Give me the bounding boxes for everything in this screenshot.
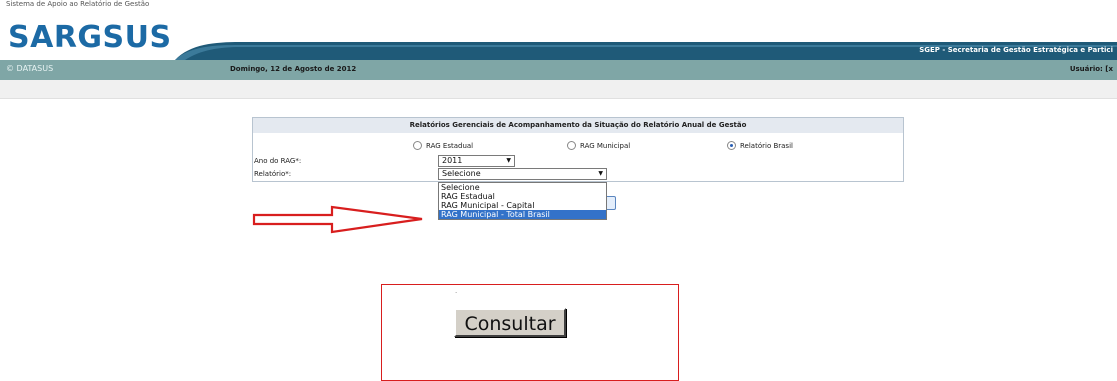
radio-label: RAG Municipal bbox=[580, 141, 631, 150]
radio-button-icon[interactable] bbox=[727, 141, 736, 150]
navigation-bar bbox=[0, 60, 1117, 80]
radio-rag-municipal[interactable]: RAG Municipal bbox=[567, 141, 630, 150]
relatorio-select[interactable]: Selecione ▼ bbox=[438, 168, 607, 180]
radio-button-icon[interactable] bbox=[413, 141, 422, 150]
ano-label: Ano do RAG*: bbox=[254, 157, 302, 165]
datasus-credit: © DATASUS bbox=[6, 64, 54, 73]
dot-mark: · bbox=[455, 289, 458, 297]
radio-rag-estadual[interactable]: RAG Estadual bbox=[413, 141, 473, 150]
chevron-down-icon[interactable]: ▼ bbox=[598, 169, 603, 179]
chevron-down-icon[interactable]: ▼ bbox=[506, 156, 511, 166]
radio-label: RAG Estadual bbox=[426, 141, 474, 150]
relatorio-dropdown-list[interactable]: Selecione RAG Estadual RAG Municipal - C… bbox=[438, 182, 607, 220]
relatorio-label: Relatório*: bbox=[254, 170, 292, 178]
consultar-button[interactable]: Consultar bbox=[454, 308, 566, 337]
secretaria-title: SGEP - Secretaria de Gestão Estratégica … bbox=[919, 46, 1113, 54]
user-label: Usuário: [x bbox=[1069, 65, 1113, 73]
red-arrow-icon bbox=[252, 205, 423, 234]
system-name: Sistema de Apoio ao Relatório de Gestão bbox=[6, 0, 150, 8]
radio-relatorio-brasil[interactable]: Relatório Brasil bbox=[727, 141, 793, 150]
radio-label: Relatório Brasil bbox=[740, 141, 793, 150]
dropdown-option-selected[interactable]: RAG Municipal - Total Brasil bbox=[439, 210, 606, 219]
sub-toolbar bbox=[0, 80, 1117, 99]
relatorio-value: Selecione bbox=[442, 169, 481, 178]
dropdown-option[interactable]: Selecione bbox=[439, 183, 606, 192]
ano-select[interactable]: 2011 ▼ bbox=[438, 155, 515, 167]
ano-value: 2011 bbox=[442, 156, 463, 165]
form-title: Relatórios Gerenciais de Acompanhamento … bbox=[253, 118, 903, 133]
dropdown-option[interactable]: RAG Estadual bbox=[439, 192, 606, 201]
dropdown-option[interactable]: RAG Municipal - Capital bbox=[439, 201, 606, 210]
current-date: Domingo, 12 de Agosto de 2012 bbox=[230, 65, 357, 73]
radio-button-icon[interactable] bbox=[567, 141, 576, 150]
